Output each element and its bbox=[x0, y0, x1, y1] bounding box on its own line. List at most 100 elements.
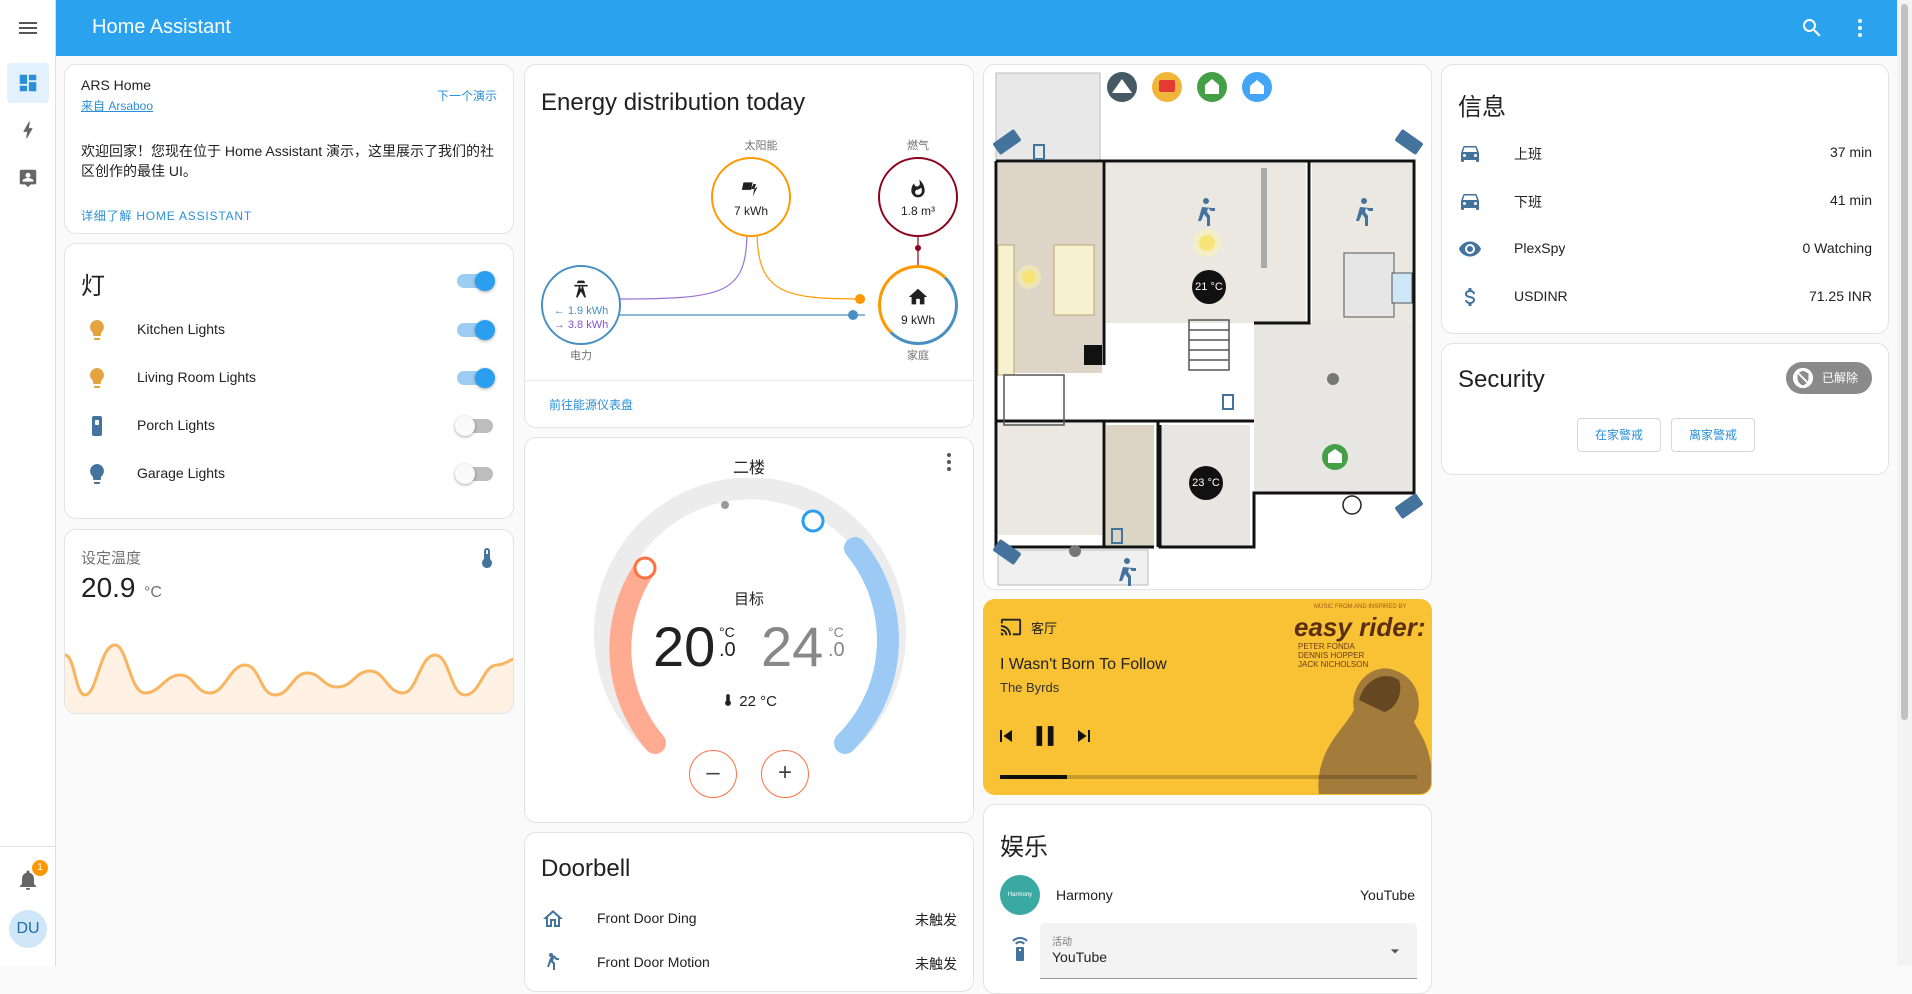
info-value: 37 min bbox=[1829, 144, 1872, 160]
page-scrollbar[interactable] bbox=[1897, 0, 1912, 966]
doorbell-row-ding[interactable]: Front Door Ding 未触发 bbox=[525, 899, 973, 939]
more-vert-icon[interactable] bbox=[937, 450, 961, 474]
scene-icons bbox=[1107, 72, 1272, 102]
porch-lights-toggle[interactable] bbox=[455, 416, 493, 436]
cool-setpoint: 24 bbox=[761, 615, 824, 678]
harmony-row[interactable]: Harmony Harmony YouTube bbox=[984, 873, 1431, 917]
dropdown-arrow-icon bbox=[1390, 949, 1400, 954]
sidebar-item-overview[interactable] bbox=[7, 63, 49, 103]
previous-track-icon[interactable] bbox=[994, 724, 1018, 748]
avatar[interactable]: DU bbox=[9, 910, 47, 948]
increase-temp-button[interactable]: + bbox=[761, 750, 809, 798]
solar-label: 太阳能 bbox=[744, 140, 778, 152]
media-progress-track[interactable] bbox=[1000, 775, 1417, 779]
arm-away-button[interactable]: 离家警戒 bbox=[1671, 418, 1755, 452]
light-row-kitchen[interactable]: Kitchen Lights bbox=[65, 310, 513, 350]
current-temperature-marker bbox=[721, 501, 729, 509]
solar-power-icon bbox=[741, 182, 758, 197]
harmony-name: Harmony bbox=[1056, 887, 1113, 903]
doorbell-state: 未触发 bbox=[915, 912, 957, 928]
scrollbar-thumb[interactable] bbox=[1901, 4, 1908, 720]
welcome-card: ARS Home 来自 Arsaboo 下一个演示 欢迎回家！您现在位于 Hom… bbox=[64, 64, 514, 234]
activity-label: 活动 bbox=[1052, 937, 1072, 948]
security-card: Security 已解除 在家警戒 离家警戒 bbox=[1441, 343, 1889, 475]
info-row-home[interactable]: 下班 41 min bbox=[1442, 181, 1888, 221]
bulb-icon bbox=[90, 320, 104, 340]
transmission-tower-icon bbox=[574, 280, 588, 298]
notification-badge: 1 bbox=[32, 860, 48, 876]
home-node[interactable]: 9 kWh bbox=[878, 265, 958, 345]
solar-value: 7 kWh bbox=[733, 204, 768, 218]
grid-node[interactable]: ← 1.9 kWh → 3.8 kWh bbox=[541, 265, 621, 345]
light-row-garage[interactable]: Garage Lights bbox=[65, 454, 513, 494]
entertainment-title: 娱乐 bbox=[1000, 834, 1048, 861]
eye-icon bbox=[1459, 241, 1481, 257]
doorbell-name: Front Door Ding bbox=[597, 910, 697, 926]
album-art: MUSIC FROM AND INSPIRED BY easy rider: P… bbox=[1254, 600, 1431, 794]
kitchen-lights-toggle[interactable] bbox=[457, 320, 495, 340]
energy-dashboard-link[interactable]: 前往能源仪表盘 bbox=[549, 396, 633, 413]
cool-decimal: .0 bbox=[828, 639, 845, 661]
author-link[interactable]: 来自 Arsaboo bbox=[81, 97, 153, 114]
temperature-history-graph bbox=[65, 643, 513, 713]
living-room-lights-toggle[interactable] bbox=[457, 368, 495, 388]
home-name: ARS Home bbox=[81, 77, 152, 93]
floorplan-image[interactable] bbox=[984, 65, 1432, 590]
garage-lights-toggle[interactable] bbox=[455, 464, 493, 484]
light-label: Garage Lights bbox=[137, 465, 225, 481]
grid-label: 电力 bbox=[570, 350, 592, 362]
remote-icon bbox=[1012, 937, 1028, 961]
gas-value: 1.8 m³ bbox=[900, 204, 935, 218]
decrease-temp-button[interactable]: – bbox=[689, 750, 737, 798]
dollar-icon bbox=[1465, 288, 1475, 306]
temperature-sensor-card[interactable]: 设定温度 20.9 °C bbox=[64, 529, 514, 714]
light-row-living-room[interactable]: Living Room Lights bbox=[65, 358, 513, 398]
learn-more-link[interactable]: 详细了解 HOME ASSISTANT bbox=[81, 207, 252, 224]
notifications-button[interactable]: 1 bbox=[16, 860, 48, 897]
bulb-icon bbox=[90, 368, 104, 388]
more-vert-icon[interactable] bbox=[1848, 16, 1872, 40]
sidebar-item-energy[interactable] bbox=[7, 110, 49, 150]
info-row-usdinr[interactable]: USDINR 71.25 INR bbox=[1442, 277, 1888, 317]
home-label: 家庭 bbox=[907, 350, 929, 362]
alarm-state-badge[interactable]: 已解除 bbox=[1786, 362, 1872, 394]
doorbell-row-motion[interactable]: Front Door Motion 未触发 bbox=[525, 943, 973, 983]
search-icon[interactable] bbox=[1800, 16, 1824, 40]
sidebar-item-contacts[interactable] bbox=[7, 158, 49, 198]
media-progress-fill bbox=[1000, 775, 1067, 779]
next-demo-button[interactable]: 下一个演示 bbox=[437, 87, 497, 104]
menu-icon[interactable] bbox=[16, 16, 40, 40]
shield-off-icon bbox=[1792, 367, 1814, 389]
next-track-icon[interactable] bbox=[1072, 724, 1096, 748]
pause-icon[interactable] bbox=[1028, 719, 1062, 753]
thermostat-badge-downstairs[interactable]: 21 °C bbox=[1192, 270, 1226, 304]
thermostat-title: 二楼 bbox=[732, 460, 765, 477]
home-icon bbox=[908, 288, 928, 305]
light-row-porch[interactable]: Porch Lights bbox=[65, 406, 513, 446]
media-room: 客厅 bbox=[1031, 621, 1058, 636]
doorbell-card: Doorbell Front Door Ding 未触发 Front Door … bbox=[524, 832, 974, 992]
doorbell-title: Doorbell bbox=[541, 855, 631, 882]
all-lights-toggle[interactable] bbox=[457, 271, 495, 291]
light-label: Porch Lights bbox=[137, 417, 215, 433]
home-outline-icon bbox=[543, 910, 563, 927]
activity-select[interactable]: 活动 YouTube bbox=[1040, 923, 1417, 979]
gas-node[interactable]: 1.8 m³ bbox=[878, 157, 958, 237]
solar-node[interactable]: 7 kWh bbox=[711, 157, 791, 237]
welcome-text: 欢迎回家！您现在位于 Home Assistant 演示，这里展示了我们的社区创… bbox=[81, 143, 495, 179]
heat-setpoint-handle bbox=[633, 556, 657, 580]
gas-label: 燃气 bbox=[907, 140, 929, 152]
dashboard-icon bbox=[19, 74, 37, 92]
light-label: Living Room Lights bbox=[137, 369, 257, 385]
cool-setpoint-handle bbox=[801, 509, 825, 533]
thermostat-badge-upstairs[interactable]: 23 °C bbox=[1189, 466, 1223, 500]
app-title: Home Assistant bbox=[92, 16, 231, 38]
fire-icon bbox=[911, 179, 925, 198]
media-player-card: 客厅 MUSIC FROM AND INSPIRED BY easy rider… bbox=[983, 599, 1432, 795]
harmony-state: YouTube bbox=[1359, 887, 1415, 903]
porch-lamp-icon bbox=[92, 416, 102, 436]
arm-home-button[interactable]: 在家警戒 bbox=[1577, 418, 1661, 452]
info-row-plexspy[interactable]: PlexSpy 0 Watching bbox=[1442, 229, 1888, 269]
info-row-work[interactable]: 上班 37 min bbox=[1442, 133, 1888, 173]
thermostat-dial[interactable] bbox=[525, 478, 974, 778]
